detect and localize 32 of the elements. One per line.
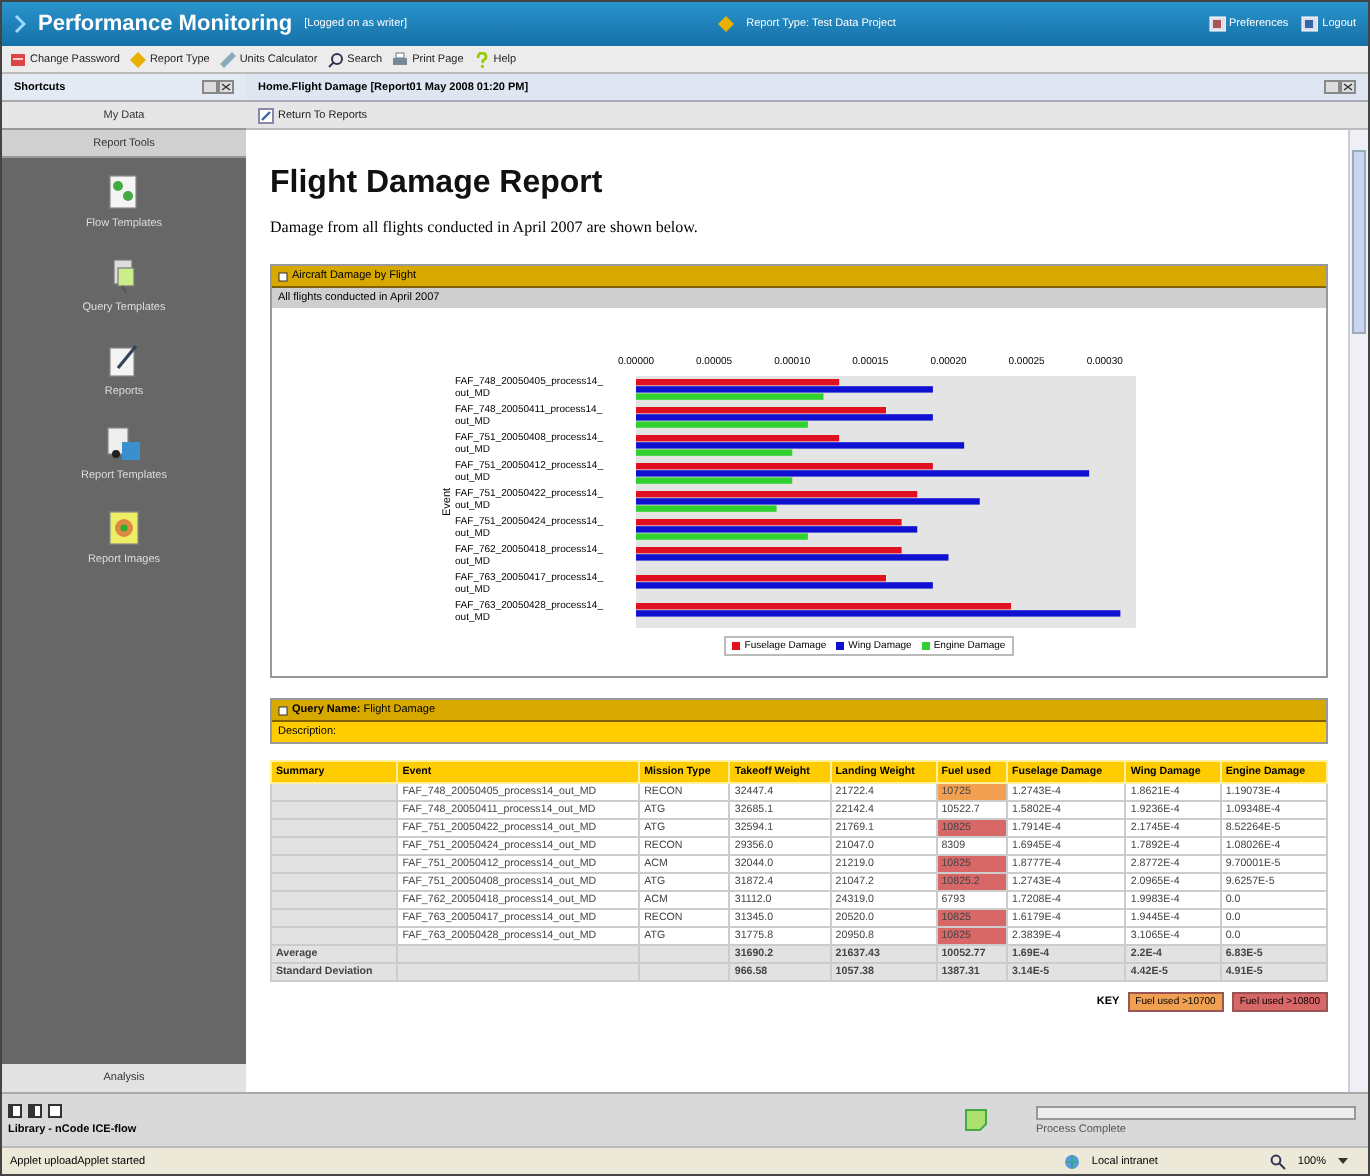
app-title: Performance Monitoring bbox=[38, 12, 293, 36]
help-close-icon[interactable] bbox=[202, 80, 234, 94]
scrollbar[interactable] bbox=[1348, 130, 1368, 1092]
document-icon bbox=[107, 174, 140, 210]
image-icon bbox=[107, 510, 140, 546]
pages-icon bbox=[107, 258, 140, 294]
caret-icon[interactable] bbox=[1338, 1157, 1348, 1165]
note-icon bbox=[964, 1108, 988, 1132]
tag-icon bbox=[129, 51, 146, 67]
ruler-icon bbox=[219, 51, 236, 67]
legend-swatch bbox=[921, 642, 930, 650]
form-icon bbox=[10, 51, 26, 67]
logout-icon bbox=[1300, 16, 1319, 32]
collapse-icon[interactable] bbox=[278, 271, 288, 281]
globe-icon bbox=[1063, 1153, 1080, 1169]
search-icon bbox=[327, 51, 344, 67]
chevron-icon bbox=[14, 14, 26, 34]
pen-icon bbox=[107, 342, 140, 378]
collapse-icon[interactable] bbox=[278, 705, 288, 715]
preferences-icon bbox=[1207, 16, 1226, 32]
printer-icon bbox=[392, 51, 409, 67]
pages-icon bbox=[105, 426, 142, 462]
magnifier-icon bbox=[1269, 1153, 1286, 1169]
question-icon bbox=[473, 51, 490, 67]
tag-icon bbox=[718, 16, 735, 32]
help-close-icon[interactable] bbox=[1324, 80, 1356, 94]
pencil-icon bbox=[258, 107, 274, 123]
legend-swatch bbox=[836, 642, 845, 650]
report-intro: Damage from all flights conducted in April 2007 are shown below. bbox=[270, 218, 700, 236]
legend-swatch bbox=[732, 642, 741, 650]
window-icon bbox=[8, 1104, 22, 1118]
report-title: Flight Damage Report bbox=[270, 166, 605, 202]
